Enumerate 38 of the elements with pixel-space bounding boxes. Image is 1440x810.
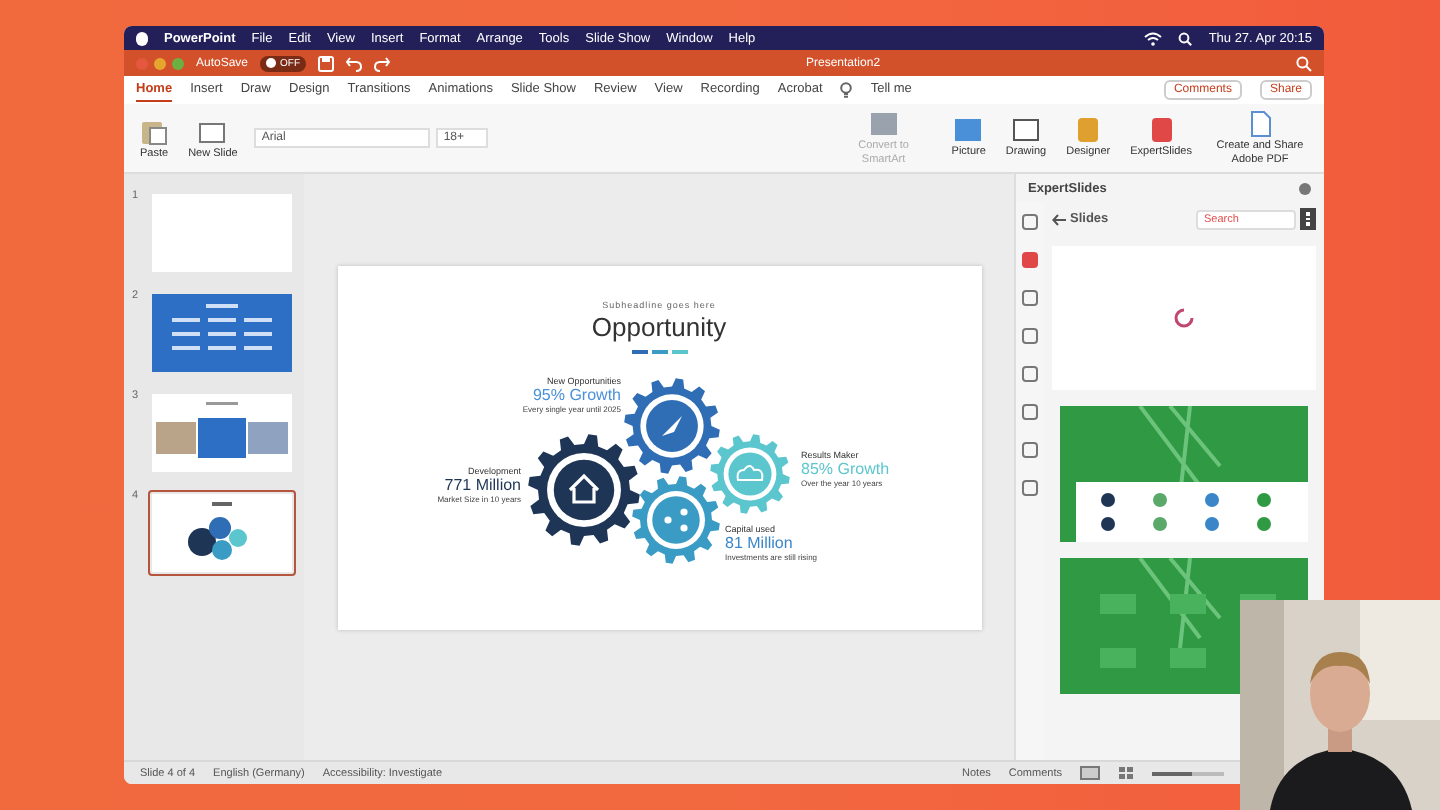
slide-icon (198, 117, 227, 145)
sidebar-icon[interactable] (1022, 290, 1038, 306)
redo-icon[interactable] (374, 55, 391, 71)
callout-value: 771 Million (442, 475, 521, 493)
image-icon (954, 116, 983, 145)
sidebar-icon[interactable] (1022, 214, 1038, 230)
title-underline-drawing (631, 349, 687, 353)
gear-drawing (709, 433, 789, 513)
gear-drawing (527, 433, 639, 545)
sidebar-icon[interactable] (1022, 252, 1038, 268)
sidebar-icon[interactable] (1022, 366, 1038, 382)
wifi-icon[interactable] (1144, 31, 1163, 45)
lightbulb-icon (840, 82, 853, 98)
slide-thumbnail[interactable] (148, 490, 296, 576)
slide-thumbnail[interactable] (148, 290, 296, 376)
save-icon[interactable] (318, 55, 335, 71)
normal-view-icon[interactable] (1080, 766, 1100, 780)
back-arrow-icon[interactable] (1052, 213, 1066, 225)
sidebar-icon[interactable] (1022, 480, 1038, 496)
search-icon[interactable] (1178, 31, 1193, 45)
sidebar-icon[interactable] (1022, 328, 1038, 344)
more-button[interactable] (1300, 208, 1316, 230)
undo-icon[interactable] (346, 55, 363, 71)
clipboard-icon (140, 117, 169, 145)
callout-value: 95% Growth (530, 385, 621, 403)
gear-drawing (631, 475, 719, 563)
sidebar-icon[interactable] (1022, 404, 1038, 420)
slide-thumbnail[interactable] (148, 390, 296, 476)
sidebar-icon[interactable] (1022, 442, 1038, 458)
document-icon (1246, 110, 1274, 139)
callout-value: 81 Million (725, 533, 795, 551)
template-thumbnail[interactable] (1060, 406, 1308, 542)
gear-drawing (623, 377, 719, 473)
slide-title: Opportunity (589, 311, 729, 341)
app-icon (1147, 116, 1176, 145)
callout-value: 85% Growth (801, 459, 892, 477)
grid-view-icon[interactable] (1118, 766, 1134, 780)
shapes-icon (869, 110, 898, 139)
